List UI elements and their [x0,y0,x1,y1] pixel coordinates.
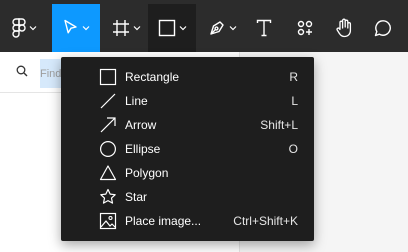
text-t-icon [256,19,272,37]
frame-tool-button[interactable] [104,4,148,52]
menu-item-star[interactable]: Star [61,185,314,209]
rectangle-icon [158,19,175,37]
menu-item-label: Arrow [125,118,157,132]
image-icon [99,212,117,230]
shape-tool-button[interactable] [148,4,196,52]
menu-item-label: Star [125,190,148,204]
menu-item-shortcut: O [288,142,298,156]
menu-item-polygon[interactable]: Polygon [61,161,314,185]
line-icon [100,93,116,109]
text-tool-button[interactable] [246,4,282,52]
menu-item-place-image[interactable]: Place image... Ctrl+Shift+K [61,209,314,233]
menu-item-label: Line [125,94,148,108]
menu-item-line[interactable]: Line L [61,89,314,113]
chevron-down-icon [29,26,36,31]
chevron-down-icon [229,26,236,31]
menu-item-rectangle[interactable]: Rectangle R [61,65,314,89]
move-cursor-icon [63,19,77,34]
menu-item-shortcut: L [291,94,298,108]
figma-logo-icon [11,18,26,38]
menu-item-ellipse[interactable]: Ellipse O [61,137,314,161]
resources-button[interactable] [286,4,324,52]
components-grid-icon [297,20,313,36]
rectangle-icon [99,68,117,86]
star-icon [100,188,116,204]
pen-nib-icon [209,21,224,35]
shape-tools-menu: Rectangle R Line L Arrow Shift+L Ellipse… [61,57,314,241]
comment-tool-button[interactable] [364,4,402,52]
search-icon [16,65,28,77]
main-menu-button[interactable] [0,4,48,52]
hand-tool-button[interactable] [326,4,362,52]
polygon-icon [99,165,117,181]
move-tool-button[interactable] [52,4,100,52]
menu-item-label: Ellipse [125,142,161,156]
hand-icon [336,18,352,38]
arrow-icon [100,117,116,133]
comment-bubble-icon [374,20,391,37]
chevron-down-icon [82,26,89,31]
menu-item-label: Polygon [125,166,169,180]
menu-item-shortcut: Ctrl+Shift+K [233,214,298,228]
menu-item-shortcut: R [289,70,298,84]
toolbar [0,0,408,52]
pen-tool-button[interactable] [200,4,244,52]
ellipse-icon [99,140,117,158]
menu-item-label: Rectangle [125,70,180,84]
frame-hash-icon [112,20,129,36]
menu-item-arrow[interactable]: Arrow Shift+L [61,113,314,137]
chevron-down-icon [133,26,140,31]
menu-item-label: Place image... [125,214,202,228]
chevron-down-icon [179,26,186,31]
menu-item-shortcut: Shift+L [260,118,298,132]
